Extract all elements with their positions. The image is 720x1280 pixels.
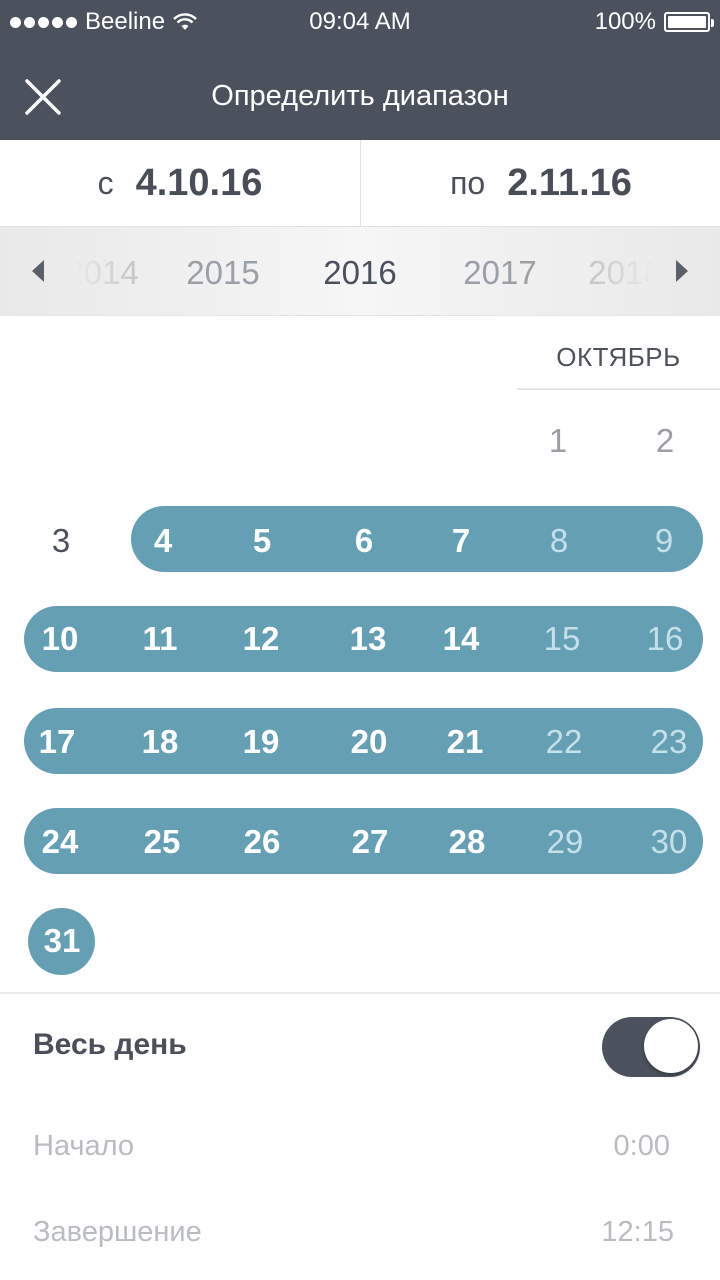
all-day-toggle[interactable]: [602, 1017, 700, 1077]
day-26[interactable]: 26: [222, 817, 302, 867]
section-divider: [0, 992, 720, 994]
day-1[interactable]: 1: [518, 416, 598, 466]
day-28[interactable]: 28: [427, 817, 507, 867]
day-9[interactable]: 9: [624, 516, 704, 566]
day-22[interactable]: 22: [524, 717, 604, 767]
year-picker: 2014 2015 2016 2017 2018: [0, 227, 720, 316]
toggle-knob: [644, 1019, 698, 1073]
month-label: ОКТЯБРЬ: [517, 316, 720, 390]
day-17[interactable]: 17: [17, 717, 97, 767]
day-23[interactable]: 23: [629, 717, 709, 767]
day-15[interactable]: 15: [522, 614, 602, 664]
day-19[interactable]: 19: [221, 717, 301, 767]
day-3[interactable]: 3: [21, 516, 101, 566]
day-10[interactable]: 10: [20, 614, 100, 664]
day-21[interactable]: 21: [425, 717, 505, 767]
day-31[interactable]: 31: [22, 916, 102, 966]
day-27[interactable]: 27: [330, 817, 410, 867]
day-7[interactable]: 7: [421, 516, 501, 566]
start-time-value[interactable]: 0:00: [614, 1130, 670, 1163]
all-day-label: Весь день: [33, 1028, 187, 1061]
day-14[interactable]: 14: [421, 614, 501, 664]
chevron-right-icon: [676, 260, 688, 282]
range-to[interactable]: по 2.11.16: [361, 140, 720, 226]
day-18[interactable]: 18: [120, 717, 200, 767]
year-item[interactable]: 2015: [153, 227, 293, 315]
range-from[interactable]: с 4.10.16: [0, 140, 360, 226]
page-title: Определить диапазон: [211, 80, 509, 112]
day-24[interactable]: 24: [20, 817, 100, 867]
next-year-button[interactable]: [652, 227, 712, 315]
range-to-value: 2.11.16: [507, 161, 632, 204]
range-from-value: 4.10.16: [135, 161, 263, 204]
start-label: Начало: [33, 1130, 135, 1162]
day-5[interactable]: 5: [222, 516, 302, 566]
day-4[interactable]: 4: [123, 516, 203, 566]
day-12[interactable]: 12: [221, 614, 301, 664]
day-13[interactable]: 13: [328, 614, 408, 664]
status-right: 100%: [594, 8, 714, 36]
range-to-prefix: по: [450, 164, 486, 201]
day-30[interactable]: 30: [629, 817, 709, 867]
day-25[interactable]: 25: [122, 817, 202, 867]
day-16[interactable]: 16: [625, 614, 705, 664]
day-11[interactable]: 11: [120, 614, 200, 664]
year-item[interactable]: 2017: [430, 227, 570, 315]
range-from-prefix: с: [97, 164, 114, 201]
year-item-selected[interactable]: 2016: [290, 227, 430, 315]
battery-icon: [664, 12, 714, 32]
status-bar: Beeline 09:04 AM 100%: [0, 0, 720, 44]
end-time-value[interactable]: 12:15: [601, 1216, 674, 1249]
end-label: Завершение: [33, 1216, 202, 1248]
day-8[interactable]: 8: [519, 516, 599, 566]
day-20[interactable]: 20: [329, 717, 409, 767]
battery-percent: 100%: [594, 8, 656, 35]
range-band-week1: [131, 506, 703, 572]
range-summary: с 4.10.16 по 2.11.16: [0, 140, 720, 227]
year-item[interactable]: 2014: [32, 227, 172, 315]
day-29[interactable]: 29: [525, 817, 605, 867]
day-6[interactable]: 6: [324, 516, 404, 566]
day-2[interactable]: 2: [625, 416, 705, 466]
top-bar: Beeline 09:04 AM 100% Определить диапазо…: [0, 0, 720, 140]
